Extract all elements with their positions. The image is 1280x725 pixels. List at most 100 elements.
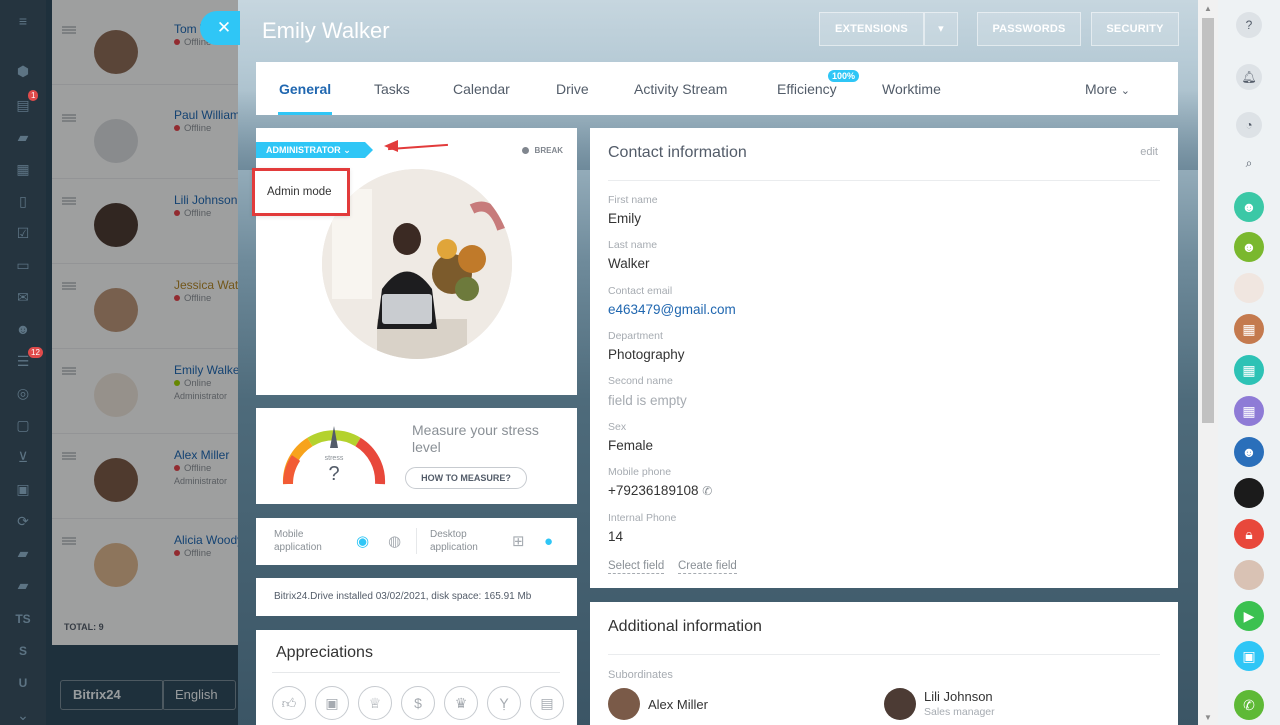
employees-icon[interactable]: ☻ [14, 320, 32, 338]
help-icon[interactable]: ? [1236, 12, 1262, 38]
calendar-chat-icon[interactable]: ▦ [1234, 396, 1264, 426]
video-call-icon[interactable]: ▶ [1234, 601, 1264, 631]
tab-more[interactable]: More ⌄ [1085, 81, 1130, 97]
notifications-bell-icon[interactable]: 🔔︎ [1236, 64, 1262, 90]
menu-icon[interactable]: ≡ [14, 12, 32, 30]
overlay-dim[interactable] [46, 0, 240, 725]
role-badge-label: ADMINISTRATOR [266, 145, 341, 155]
search-icon[interactable]: ⌕ [1236, 150, 1262, 176]
group-chat-icon[interactable]: ☻ [1234, 232, 1264, 262]
arrow-icon [384, 140, 398, 152]
group-chat-icon[interactable]: ☻ [1234, 437, 1264, 467]
phone-call-icon[interactable]: ✆ [1234, 690, 1264, 720]
tasks-badge: 12 [28, 347, 43, 358]
apple-icon[interactable]: ● [544, 534, 553, 550]
fusion-chat-icon[interactable] [1234, 478, 1264, 508]
sync-icon[interactable]: ⟳ [14, 512, 32, 530]
mobile-app-label: Mobile application [274, 529, 322, 553]
calendar-icon[interactable]: ▦ [14, 160, 32, 178]
user-avatar-icon[interactable] [1234, 273, 1264, 303]
calendar-chat-icon[interactable]: ▦ [1234, 355, 1264, 385]
extensions-button[interactable]: EXTENSIONS [819, 12, 924, 46]
apps-card: Mobile application ◉ ◍ Desktop applicati… [256, 518, 577, 565]
box2-icon[interactable]: ▰ [14, 576, 32, 594]
crm-icon[interactable]: ⬢ [14, 62, 32, 80]
field-label: Last name [608, 239, 658, 251]
photo-illustration [322, 169, 512, 359]
ts-app[interactable]: TS [14, 610, 32, 628]
screen-share-icon[interactable]: ▣ [1234, 641, 1264, 671]
profile-card: ADMINISTRATOR ⌄ BREAK Admin mode [252, 128, 577, 395]
work-status[interactable]: BREAK [521, 146, 563, 155]
scroll-up-icon[interactable]: ▲ [1204, 4, 1212, 13]
gift-icon[interactable]: ▣ [315, 686, 349, 720]
subordinate-name[interactable]: Alex Miller [648, 697, 708, 712]
thumbs-up-icon[interactable]: 👍︎ [272, 686, 306, 720]
documents-icon[interactable]: ▯ [14, 192, 32, 210]
chevron-down-icon: ▾ [938, 23, 944, 35]
cake-icon[interactable]: ▤ [530, 686, 564, 720]
internal-phone-value: 14 [608, 529, 624, 544]
extensions-dropdown[interactable]: ▾ [924, 12, 958, 46]
email-link[interactable]: e463479@gmail.com [608, 302, 736, 317]
phone-icon[interactable]: ✆ [702, 484, 712, 498]
close-slider-button[interactable]: ✕ [200, 11, 240, 45]
close-icon: ✕ [216, 18, 232, 37]
windows-icon[interactable]: ⊞ [512, 534, 525, 550]
passwords-button[interactable]: PASSWORDS [977, 12, 1081, 46]
field-label: Mobile phone [608, 466, 672, 478]
target-icon[interactable]: ◎ [14, 384, 32, 402]
drive-icon[interactable]: ▭ [14, 256, 32, 274]
scroll-down-icon[interactable]: ▼ [1204, 713, 1212, 722]
tasks-icon[interactable]: ☑ [14, 224, 32, 242]
chat-icon[interactable]: ▰ [14, 128, 32, 146]
user-avatar-icon[interactable] [1234, 560, 1264, 590]
mail-icon[interactable]: ✉ [14, 288, 32, 306]
appreciations-title: Appreciations [276, 644, 373, 661]
sites-icon[interactable]: ▢ [14, 416, 32, 434]
admin-mode-menu-item[interactable]: Admin mode [252, 168, 350, 216]
group-chat-icon[interactable]: ☻ [1234, 192, 1264, 222]
divider [608, 180, 1160, 181]
stress-title: Measure your stress level [412, 422, 539, 455]
tab-calendar[interactable]: Calendar [453, 81, 510, 97]
tab-efficiency[interactable]: Efficiency [777, 81, 837, 97]
scrollbar[interactable]: ▲ ▼ [1198, 0, 1218, 725]
tab-drive[interactable]: Drive [556, 81, 589, 97]
security-button[interactable]: SECURITY [1091, 12, 1179, 46]
profile-photo[interactable] [322, 169, 512, 359]
u-app[interactable]: U [14, 674, 32, 692]
cocktail-icon[interactable]: Ỵ [487, 686, 521, 720]
tab-tasks[interactable]: Tasks [374, 81, 410, 97]
first-name-value: Emily [608, 211, 641, 226]
additional-info-title: Additional information [608, 618, 762, 635]
select-field-link[interactable]: Select field [608, 560, 665, 574]
subordinate-name[interactable]: Lili Johnson [924, 689, 993, 704]
tab-activity-stream[interactable]: Activity Stream [634, 81, 727, 97]
chat-search-icon[interactable]: ◔ [1236, 112, 1262, 138]
appstore-icon[interactable]: ◍ [388, 534, 401, 550]
money-icon[interactable]: $ [401, 686, 435, 720]
avatar [884, 688, 916, 720]
efficiency-badge: 100% [828, 70, 860, 82]
lock-icon[interactable]: 🔒︎ [1234, 519, 1264, 549]
how-to-measure-button[interactable]: HOW TO MEASURE? [405, 467, 527, 489]
tab-general[interactable]: General [279, 81, 331, 97]
role-badge[interactable]: ADMINISTRATOR ⌄ [256, 142, 373, 158]
tab-worktime[interactable]: Worktime [882, 81, 941, 97]
active-tab-underline [278, 112, 332, 115]
edit-link[interactable]: edit [1140, 146, 1158, 158]
scrollbar-thumb[interactable] [1202, 18, 1214, 423]
box-icon[interactable]: ▰ [14, 544, 32, 562]
s-app[interactable]: S [14, 642, 32, 660]
android-icon[interactable]: ◉ [356, 534, 369, 550]
trophy-icon[interactable]: ♕ [358, 686, 392, 720]
field-label: Sex [608, 421, 627, 433]
crown-icon[interactable]: ♛ [444, 686, 478, 720]
create-field-link[interactable]: Create field [678, 560, 737, 574]
contact-card-icon[interactable]: ▣ [14, 480, 32, 498]
divider [608, 654, 1160, 655]
chevron-down-icon[interactable]: ⌄ [14, 706, 32, 724]
cart-icon[interactable]: ⊻ [14, 448, 32, 466]
calendar-chat-icon[interactable]: ▦ [1234, 314, 1264, 344]
